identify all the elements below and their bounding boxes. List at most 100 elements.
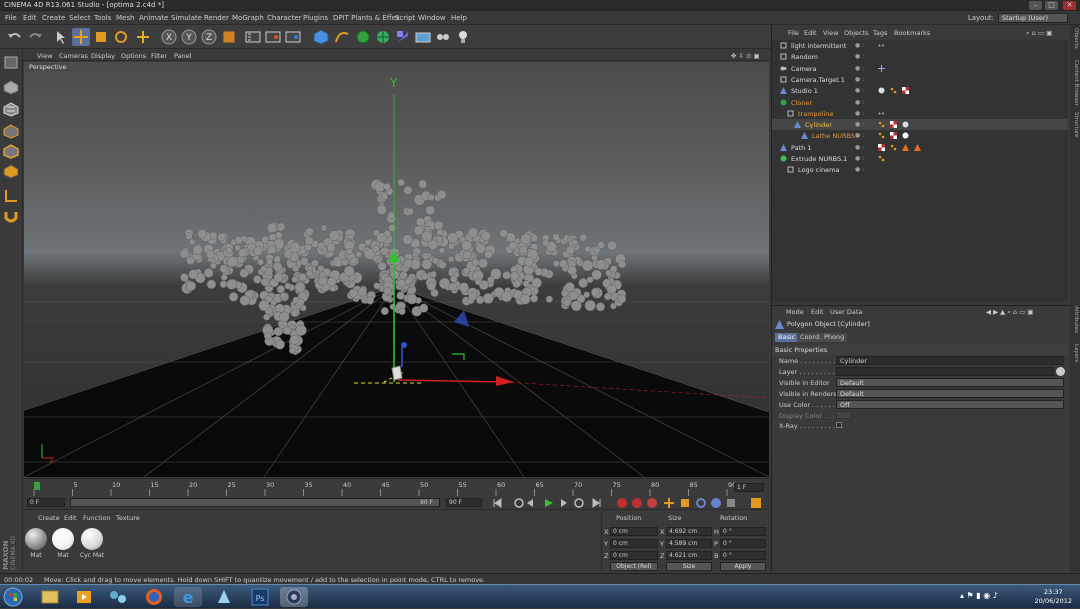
model-mode-icon[interactable] (2, 79, 20, 96)
om-menu-edit[interactable]: Edit (804, 29, 817, 37)
move-icon[interactable] (72, 28, 90, 46)
object-name[interactable]: Studio 1 (791, 87, 818, 95)
media-player-icon[interactable] (70, 587, 98, 607)
white-tag-icon[interactable] (902, 132, 909, 139)
material-swatch[interactable]: Mat (51, 526, 75, 562)
menu-help[interactable]: Help (451, 14, 467, 22)
object-row[interactable]: Extrude NURBS.1 ● : (772, 153, 1068, 164)
tri-tag-icon[interactable] (902, 143, 909, 151)
menu-simulate[interactable]: Simulate (171, 14, 202, 22)
menu-mesh[interactable]: Mesh (116, 14, 134, 22)
photoshop-icon[interactable]: Ps (246, 587, 274, 607)
edges-mode-icon[interactable] (2, 143, 20, 160)
object-row[interactable]: Camera.Target.1 ● : (772, 74, 1068, 85)
size-y-field[interactable]: 4.589 cm (666, 539, 712, 548)
key-rotation-icon[interactable] (696, 498, 706, 508)
mat-menu-function[interactable]: Function (83, 514, 111, 522)
object-row[interactable]: Cloner ● : (772, 97, 1068, 108)
menu-window[interactable]: Window (418, 14, 446, 22)
points-mode-icon[interactable] (2, 123, 20, 140)
y-axis-lock-icon[interactable]: Y (180, 28, 198, 46)
undo-icon[interactable] (6, 28, 24, 46)
menu-dpit[interactable]: DPIT Plants & Effex (333, 14, 400, 22)
object-row[interactable]: trampoline ● : (772, 108, 1068, 119)
object-row[interactable]: light intermittent ● : (772, 40, 1068, 51)
menu-edit[interactable]: Edit (23, 14, 37, 22)
timeline-scheme-icon[interactable] (751, 498, 761, 508)
firefox-icon[interactable] (140, 587, 168, 607)
am-menu-user-data[interactable]: User Data (830, 308, 862, 316)
render-view-icon[interactable] (244, 28, 262, 46)
next-frame-icon[interactable] (561, 499, 567, 507)
object-name[interactable]: Extrude NURBS.1 (791, 155, 847, 163)
am-menu-edit[interactable]: Edit (811, 308, 824, 316)
max-frame-field[interactable]: 90 F (446, 498, 482, 507)
last-tool-icon[interactable] (134, 28, 152, 46)
make-editable-icon[interactable] (2, 54, 20, 71)
tri-tag-icon[interactable] (914, 143, 921, 151)
viewport-camera-label[interactable]: Perspective (26, 63, 70, 71)
render-picture-viewer-icon[interactable] (264, 28, 282, 46)
object-name[interactable]: Camera (791, 65, 817, 73)
object-name[interactable]: Lathe NURBS (812, 132, 855, 140)
menu-create[interactable]: Create (42, 14, 65, 22)
om-menu-bookmarks[interactable]: Bookmarks (894, 29, 930, 37)
sphere-tag-icon[interactable] (878, 87, 885, 94)
magnet-icon[interactable] (2, 208, 20, 225)
menu-render[interactable]: Render (204, 14, 229, 22)
orange-tag-icon[interactable] (878, 155, 885, 162)
key-scale-icon[interactable] (681, 499, 689, 507)
attr-visible-renderer-select[interactable]: Default (836, 389, 1064, 398)
explorer-icon[interactable] (36, 587, 64, 607)
visibility-dots[interactable]: ● : (855, 99, 864, 106)
menu-select[interactable]: Select (69, 14, 91, 22)
go-to-end-icon[interactable] (592, 498, 601, 508)
x-axis-lock-icon[interactable]: X (160, 28, 178, 46)
object-row[interactable]: Studio 1 ● : (772, 85, 1068, 96)
menu-plugins[interactable]: Plugins (303, 14, 328, 22)
system-clock[interactable]: 23:37 20/06/2012 (1035, 588, 1072, 606)
previous-frame-icon[interactable] (527, 499, 533, 507)
key-pla-icon[interactable] (727, 499, 735, 507)
previous-key-icon[interactable] (514, 498, 524, 508)
tab-objects[interactable]: Objects (1071, 28, 1079, 49)
rotate-icon[interactable] (112, 28, 130, 46)
deformer-icon[interactable] (394, 28, 412, 46)
visibility-dots[interactable]: ● : (855, 155, 864, 162)
rotation-p-field[interactable]: 0 ° (720, 539, 766, 548)
nurbs-icon[interactable] (354, 28, 372, 46)
autokey-icon[interactable] (632, 498, 642, 508)
coord-size-select[interactable]: Size (666, 562, 712, 571)
close-button[interactable]: ✕ (1063, 1, 1076, 10)
visibility-dots[interactable]: ● : (855, 166, 864, 173)
timeline-end-frame[interactable]: 1 F (734, 483, 764, 492)
position-x-field[interactable]: 0 cm (610, 527, 658, 536)
tablet-icon[interactable] (210, 587, 238, 607)
sphere-tag-icon[interactable] (902, 121, 909, 128)
attr-name-field[interactable]: Cylinder (836, 356, 1064, 365)
view-menu-view[interactable]: View (37, 52, 52, 60)
minimize-button[interactable]: – (1029, 1, 1042, 10)
mat-menu-edit[interactable]: Edit (64, 514, 77, 522)
visibility-dots[interactable]: ● : (855, 42, 864, 49)
menu-file[interactable]: File (5, 14, 17, 22)
live-selection-icon[interactable] (52, 28, 70, 46)
object-name[interactable]: Path 1 (791, 144, 811, 152)
tab-layers[interactable]: Layers (1071, 344, 1079, 362)
size-x-field[interactable]: 4.692 cm (666, 527, 712, 536)
object-name[interactable]: Cloner (791, 99, 812, 107)
object-row[interactable]: Lathe NURBS ● : (772, 130, 1068, 141)
orange-tag-icon[interactable] (878, 121, 885, 128)
material-swatch[interactable]: Mat (24, 526, 48, 562)
spline-pen-icon[interactable] (333, 28, 351, 46)
view-menu-panel[interactable]: Panel (174, 52, 192, 60)
object-row[interactable]: Camera ● : (772, 63, 1068, 74)
attr-use-color-select[interactable]: Off (836, 400, 1064, 409)
size-z-field[interactable]: 4.621 cm (666, 551, 712, 560)
object-name[interactable]: trampoline (798, 110, 833, 118)
view-menu-filter[interactable]: Filter (151, 52, 167, 60)
environment-icon[interactable] (414, 28, 432, 46)
visibility-dots[interactable]: ● : (855, 144, 864, 151)
tab-structure[interactable]: Structure (1071, 112, 1079, 138)
menu-tools[interactable]: Tools (94, 14, 111, 22)
